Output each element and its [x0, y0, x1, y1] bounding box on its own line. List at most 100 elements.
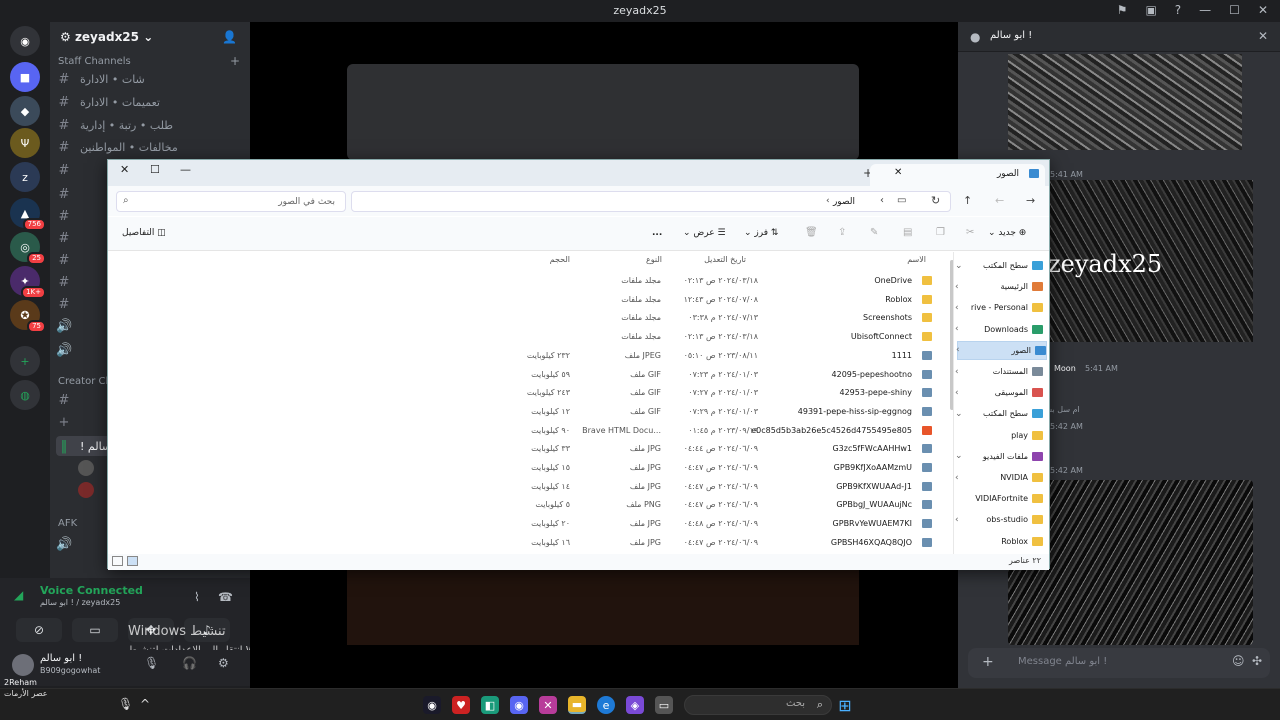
details-button[interactable]: التفاصيل ◫ — [122, 228, 166, 238]
mic-icon[interactable]: 🎙 — [144, 656, 159, 670]
col-type-header[interactable]: النوع — [646, 255, 662, 264]
windows-start-icon[interactable]: ⊞ — [836, 696, 854, 715]
file-row[interactable]: GPBSH46XQAQ8QJO ٢٠٢٤/٠٦/٠٩ ص ٠٤:٤٧ ملف JPG… — [528, 534, 938, 552]
channel-item[interactable]: # شات • الادارة — [56, 69, 242, 89]
app-icon[interactable]: ✕ — [539, 696, 557, 714]
breadcrumb[interactable]: الصور — [833, 197, 855, 207]
file-explorer-icon[interactable]: ▬ — [568, 696, 586, 714]
file-row[interactable]: e0c85d5b3ab26e5c4526d4755495e805 ٢٠٢٣/٠٩/… — [528, 422, 938, 440]
details-view-icon[interactable] — [127, 556, 138, 566]
chevron-icon[interactable]: ‹ — [955, 388, 959, 398]
channel-item[interactable]: # تعميمات • الادارة — [56, 92, 242, 112]
nav-item[interactable]: ‹ المستندات — [955, 362, 1043, 381]
nav-item[interactable]: play — [957, 426, 1043, 445]
minimize-icon[interactable]: — — [180, 163, 191, 176]
chevron-icon[interactable]: ‹ — [955, 324, 959, 334]
nav-item[interactable]: ⌄ ملفات الفيديو — [955, 447, 1043, 466]
chevron-icon[interactable]: ⌄ — [955, 261, 963, 271]
voice-channel-sub[interactable]: ابو سالم ! / zeyadx25 — [40, 598, 120, 607]
back-icon[interactable]: → — [1026, 194, 1035, 207]
author-name[interactable]: Moon — [1054, 364, 1076, 373]
avatar[interactable] — [12, 654, 34, 676]
file-row[interactable]: GPBbgJ_WUAAujNc ٢٠٢٤/٠٦/٠٩ ص ٠٤:٤٧ ملف PNG… — [528, 496, 938, 514]
server-icon[interactable]: Ψ — [10, 128, 40, 158]
monitor-icon[interactable]: ▭ — [897, 195, 906, 206]
forward-icon[interactable]: ← — [995, 194, 1004, 207]
server-icon[interactable]: ◎ 25 — [10, 232, 46, 265]
nav-item[interactable]: ‹ الرئيسية — [955, 277, 1043, 296]
message-input[interactable]: + Message ابو سالم ! ☺ ✣ — [968, 648, 1270, 678]
tab-pictures[interactable]: الصور ✕ — [870, 164, 1045, 186]
chevron-icon[interactable]: ‹ — [955, 367, 959, 377]
app-icon[interactable]: ◧ — [481, 696, 499, 714]
settings-gear-icon[interactable]: ⚙ — [218, 656, 229, 670]
chevron-icon[interactable]: ‹ — [955, 473, 959, 483]
plus-icon[interactable]: + — [982, 654, 994, 670]
noise-suppression-icon[interactable]: ⌇ — [194, 590, 200, 604]
app-icon[interactable]: ♥ — [452, 696, 470, 714]
server-icon[interactable]: ▲ 756 — [10, 198, 46, 231]
help-icon[interactable]: ? — [1175, 3, 1181, 17]
sort-button[interactable]: ⌄ فرز ⇅ — [744, 228, 778, 238]
file-row[interactable]: GPBRvYeWUAEM7KI ٢٠٢٤/٠٦/٠٩ ص ٠٤:٤٨ ملف JPG… — [528, 515, 938, 533]
chevron-icon[interactable]: ‹ — [955, 515, 959, 525]
disconnect-icon[interactable]: ☎ — [218, 590, 233, 604]
taskbar-search[interactable]: بحث ⌕ — [684, 695, 832, 715]
close-icon[interactable]: ✕ — [120, 163, 129, 176]
maximize-icon[interactable]: ☐ — [150, 163, 160, 176]
category-afk[interactable]: AFK — [58, 518, 77, 529]
avatar[interactable] — [78, 460, 94, 476]
nav-item[interactable]: ‹ obs-studio — [955, 510, 1043, 529]
chevron-icon[interactable]: ⌄ — [955, 451, 963, 461]
search-input[interactable]: ⌕ بحث في الصور — [116, 191, 346, 212]
tray-chevron-icon[interactable]: ^ — [140, 697, 150, 711]
channel-item[interactable]: # مخالفات • المواطنين — [56, 137, 242, 157]
nav-item[interactable]: ‹ rive - Personal — [955, 298, 1043, 317]
attachment-image[interactable] — [1008, 54, 1242, 150]
nav-item[interactable]: Roblox — [957, 532, 1043, 551]
server-icon[interactable]: ✦ 1K+ — [10, 266, 46, 299]
apps-icon[interactable]: ✣ — [1252, 654, 1262, 668]
file-row[interactable]: GPB9KfJXoAAMzmU ٢٠٢٤/٠٦/٠٩ ص ٠٤:٤٧ ملف JPG… — [528, 459, 938, 477]
edge-icon[interactable]: e — [597, 696, 615, 714]
chevron-icon[interactable]: ‹ — [955, 282, 959, 292]
avatar[interactable] — [78, 482, 94, 498]
inbox-icon[interactable]: ⚑ — [1117, 3, 1128, 17]
nav-item[interactable]: ‹ Downloads — [955, 320, 1043, 339]
guild-header[interactable]: ⚙ zeyadx25 ⌄ — [60, 30, 153, 44]
refresh-icon[interactable]: ↻ — [931, 194, 940, 207]
nav-item[interactable]: ‹ الموسيقى — [955, 383, 1043, 402]
share-icon[interactable]: ⇪ — [838, 227, 846, 238]
minimize-icon[interactable]: — — [1199, 3, 1211, 17]
steam-icon[interactable]: ◉ — [423, 696, 441, 714]
add-member-icon[interactable]: 👤 — [222, 30, 237, 44]
copy-icon[interactable]: ❐ — [936, 227, 945, 238]
nav-item[interactable]: ⌄ سطح المكتب — [955, 404, 1043, 423]
video-off-button[interactable]: ⊘ — [16, 618, 62, 642]
file-row[interactable]: OneDrive ٢٠٢٤/٠٣/١٨ ص ٠٢:١٣ مجلد ملفات — [528, 272, 938, 290]
add-server-icon[interactable]: + — [10, 346, 40, 376]
app-icon[interactable]: ▭ — [655, 696, 673, 714]
app-icon[interactable]: ◈ — [626, 696, 644, 714]
rename-icon[interactable]: ✎ — [870, 227, 878, 238]
file-row[interactable]: Roblox ٢٠٢٤/٠٧/٠٨ ص ١٢:٤٣ مجلد ملفات — [528, 291, 938, 309]
tiles-view-icon[interactable] — [112, 556, 123, 566]
file-row[interactable]: 1111 ٢٠٢٣/٠٨/١١ ص ٠٥:١٠ ملف JPEG ٢٣٢ كيلوبا… — [527, 347, 938, 365]
category-staff[interactable]: Staff Channels — [58, 56, 131, 67]
chevron-icon[interactable]: ⌄ — [955, 409, 963, 419]
server-icon[interactable]: z — [10, 162, 40, 192]
mic-icon[interactable]: 🎙 — [118, 697, 133, 711]
file-row[interactable]: 42095-pepeshootno ٢٠٢٤/٠١/٠٣ م ٠٧:٢٣ ملف G… — [528, 366, 938, 384]
add-channel-icon[interactable]: + — [230, 54, 240, 68]
dm-icon[interactable]: ■ — [10, 62, 40, 92]
address-bar[interactable]: ‹ الصور ‹ ▭ — [351, 191, 951, 212]
paste-icon[interactable]: ▤ — [903, 227, 912, 238]
file-row[interactable]: 49391-pepe-hiss-sip-eggnog ٢٠٢٤/٠١/٠٣ م ٠… — [528, 403, 938, 421]
screen-share-button[interactable]: ▭ — [72, 618, 118, 642]
col-name-header[interactable]: الاسم — [907, 255, 926, 264]
server-icon[interactable]: ✪ 75 — [10, 300, 46, 333]
file-row[interactable]: UbisoftConnect ٢٠٢٤/٠٣/١٨ ص ٠٢:١٣ مجلد ملف… — [528, 328, 938, 346]
explore-icon[interactable]: ◍ — [10, 380, 40, 410]
user-name[interactable]: ابو سالم ! — [40, 653, 82, 664]
new-button[interactable]: ⌄ جديد ⊕ — [988, 228, 1026, 238]
